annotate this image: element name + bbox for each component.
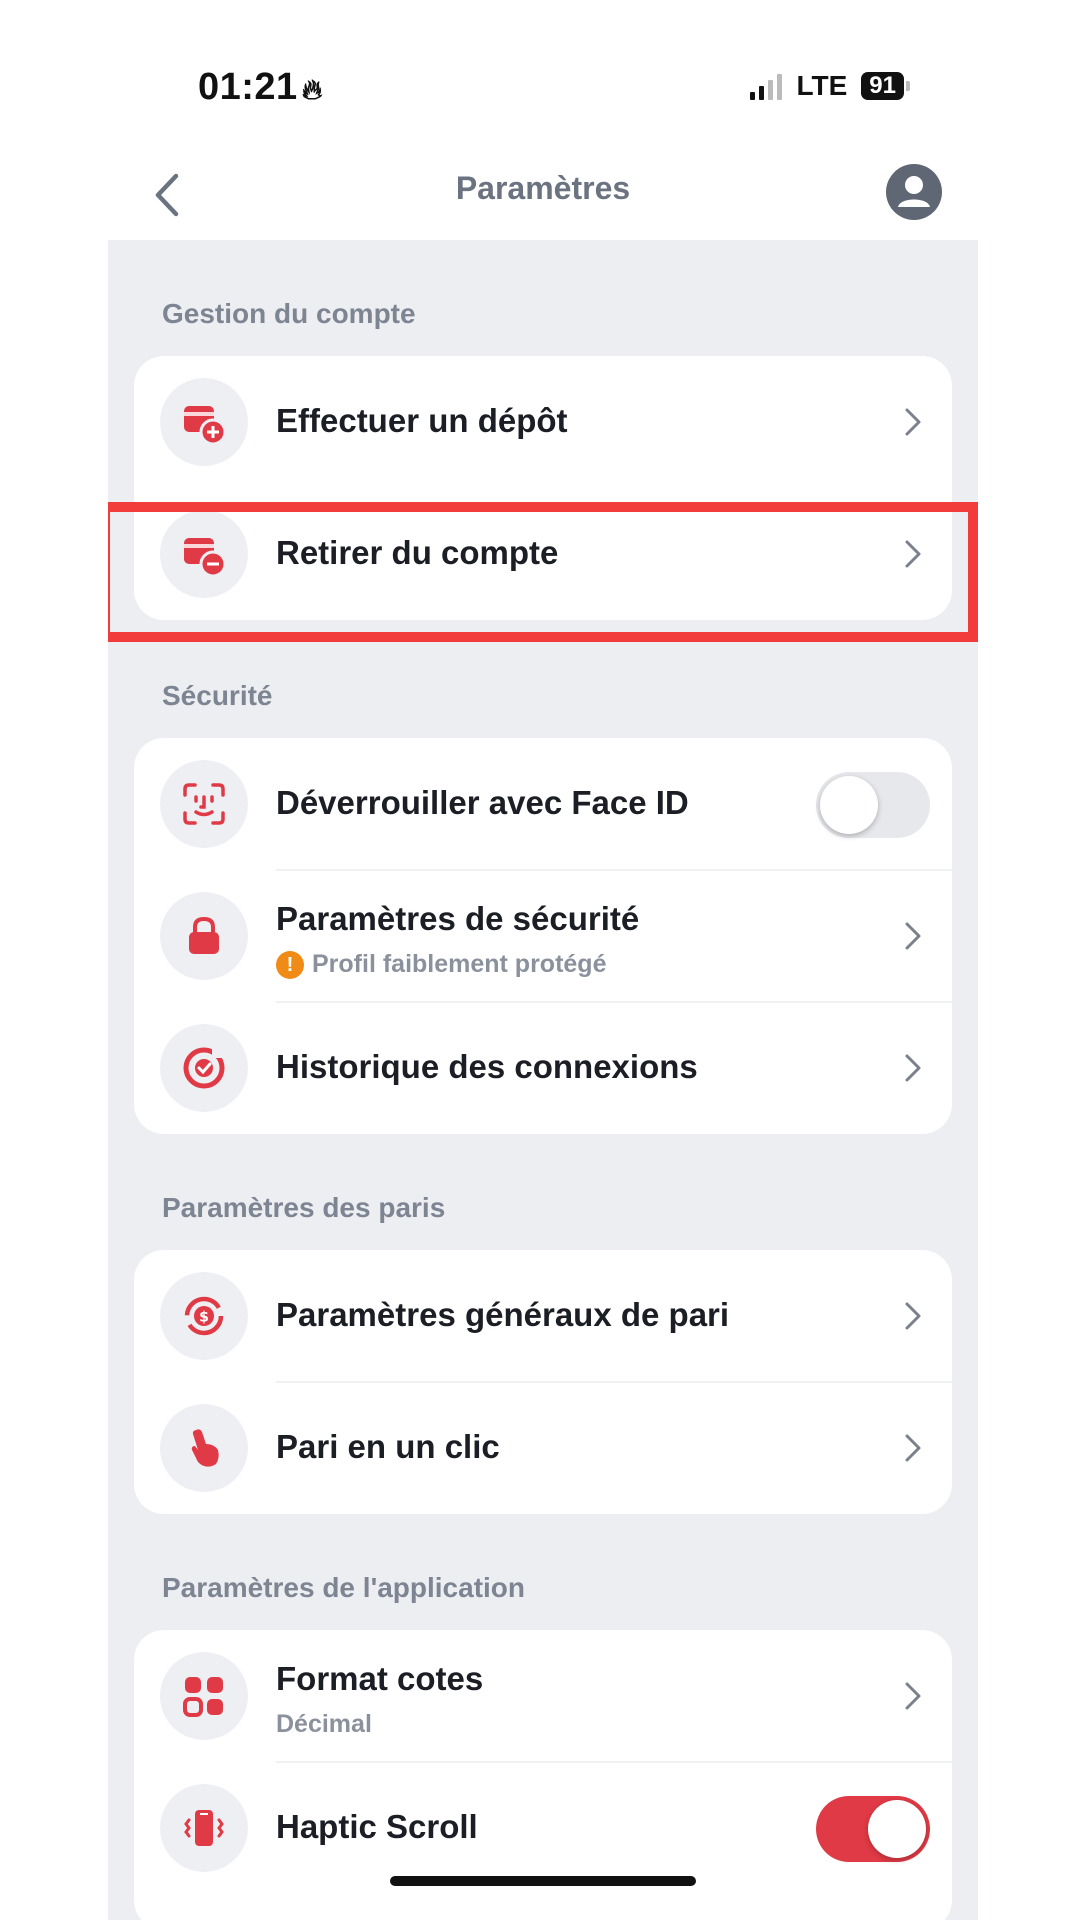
face-id-icon xyxy=(160,760,248,848)
security-settings-row[interactable]: Paramètres de sécurité ! Profil faibleme… xyxy=(134,870,952,1002)
haptic-scroll-toggle[interactable] xyxy=(816,1796,930,1862)
odds-format-row[interactable]: Format cotes Décimal xyxy=(134,1630,952,1762)
section-title-betting: Paramètres des paris xyxy=(162,1192,446,1223)
security-settings-label: Paramètres de sécurité xyxy=(276,900,640,937)
haptic-scroll-row: Haptic Scroll xyxy=(134,1762,952,1894)
chevron-right-icon xyxy=(905,540,921,568)
chevron-right-icon xyxy=(905,922,921,950)
security-warning: ! Profil faiblement protégé xyxy=(276,950,606,979)
login-history-label: Historique des connexions xyxy=(276,1048,698,1085)
section-title-account: Gestion du compte xyxy=(162,298,416,329)
activity-icon: 🔥︎ xyxy=(301,74,323,105)
deposit-row[interactable]: Effectuer un dépôt xyxy=(134,356,952,488)
section-title-app: Paramètres de l'application xyxy=(162,1572,526,1603)
lock-icon xyxy=(160,892,248,980)
odds-format-label: Format cotes xyxy=(276,1660,484,1697)
section-title-security: Sécurité xyxy=(162,680,273,711)
chevron-right-icon xyxy=(905,1682,921,1710)
battery-level: 91 xyxy=(861,72,904,100)
deposit-wallet-icon xyxy=(160,378,248,466)
chevron-right-icon xyxy=(905,1302,921,1330)
withdraw-label: Retirer du compte xyxy=(276,534,559,571)
one-click-bet-row[interactable]: Pari en un clic xyxy=(134,1382,952,1514)
phone-vibrate-icon xyxy=(160,1784,248,1872)
face-id-row: Déverrouiller avec Face ID xyxy=(134,738,952,870)
chevron-right-icon xyxy=(905,1054,921,1082)
deposit-label: Effectuer un dépôt xyxy=(276,402,568,439)
general-bet-settings-label: Paramètres généraux de pari xyxy=(276,1296,730,1333)
tap-hand-icon xyxy=(160,1404,248,1492)
login-history-row[interactable]: Historique des connexions xyxy=(134,1002,952,1134)
grid-icon xyxy=(160,1652,248,1740)
haptic-scroll-label: Haptic Scroll xyxy=(276,1808,478,1845)
security-card: Déverrouiller avec Face ID Paramètres de… xyxy=(134,738,952,1134)
face-id-toggle[interactable] xyxy=(816,772,930,838)
settings-content: Gestion du compte Effectuer un dépôt Ret… xyxy=(108,240,978,1920)
phone-screen: 01:21 🔥︎ LTE 91 Paramètres Gestion du com… xyxy=(108,0,978,1920)
general-bet-settings-row[interactable]: $ Paramètres généraux de pari xyxy=(134,1250,952,1382)
chevron-right-icon xyxy=(905,1434,921,1462)
navigation-bar: Paramètres xyxy=(108,150,978,240)
page-title: Paramètres xyxy=(455,170,631,206)
odds-format-value: Décimal xyxy=(276,1710,372,1738)
profile-icon[interactable] xyxy=(886,164,942,220)
chevron-right-icon xyxy=(905,408,921,436)
status-time-text: 01:21 xyxy=(198,66,298,108)
account-card: Effectuer un dépôt Retirer du compte xyxy=(134,356,952,620)
face-id-label: Déverrouiller avec Face ID xyxy=(276,784,689,821)
betting-card: $ Paramètres généraux de pari Pari en un… xyxy=(134,1250,952,1514)
warning-icon: ! xyxy=(276,950,304,979)
one-click-bet-label: Pari en un clic xyxy=(276,1428,500,1465)
withdraw-wallet-icon xyxy=(160,510,248,598)
history-icon xyxy=(160,1024,248,1112)
status-time: 01:21 🔥︎ xyxy=(198,66,323,109)
withdraw-row[interactable]: Retirer du compte xyxy=(134,488,952,620)
signal-icon xyxy=(750,72,783,100)
svg-text:$: $ xyxy=(199,1310,209,1326)
home-indicator[interactable] xyxy=(390,1876,696,1886)
security-warning-text: Profil faiblement protégé xyxy=(312,950,607,978)
network-type: LTE xyxy=(796,70,848,101)
bet-settings-icon: $ xyxy=(160,1272,248,1360)
status-indicators: LTE 91 xyxy=(750,70,910,102)
battery-icon: 91 xyxy=(861,72,910,100)
